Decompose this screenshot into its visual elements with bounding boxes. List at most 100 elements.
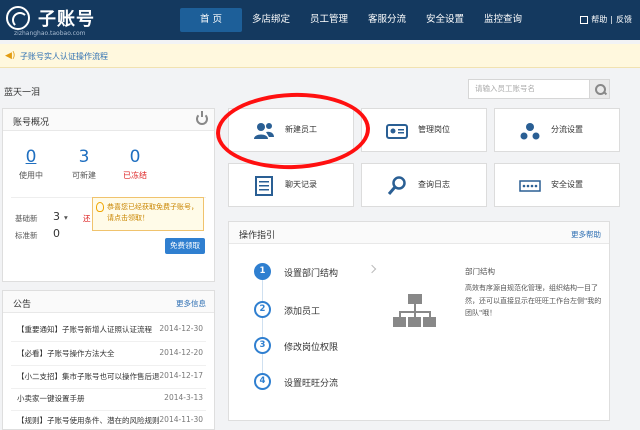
stat-frozen: 0 已冻结 — [115, 147, 155, 181]
power-icon[interactable] — [196, 111, 208, 125]
account-overview-title: 账号概况 — [13, 118, 50, 128]
step-1-label[interactable]: 设置部门结构 — [284, 266, 338, 279]
basic-value: 3 — [53, 210, 60, 223]
standard-value: 0 — [53, 227, 60, 240]
row-divider — [11, 388, 206, 389]
announcement-title[interactable]: 【规则】子账号使用条件、潜在的风险规则 — [17, 415, 162, 426]
username: 蓝天一泪 — [4, 88, 41, 98]
search-icon[interactable] — [590, 79, 610, 99]
basic-dropdown-icon[interactable]: ▾ — [64, 213, 68, 222]
tile-dispatch-settings[interactable]: 分流设置 — [494, 108, 620, 152]
claim-free-button[interactable]: 免费领取 — [165, 238, 205, 254]
lightbulb-icon — [96, 202, 104, 212]
nav-monitor-query[interactable]: 监控查询 — [474, 8, 532, 32]
stat-can-create-value: 3 — [78, 147, 90, 167]
tooltip-text: 恭喜您已经获取免费子账号，请点击领取！ — [107, 203, 198, 222]
stat-can-create-label: 可新建 — [72, 171, 96, 180]
chevron-right-icon — [367, 264, 377, 274]
more-info-link[interactable]: 更多信息 — [176, 298, 206, 309]
logo-subtitle: zizhanghao.taobao.com — [14, 30, 86, 37]
nav-home[interactable]: 首 页 — [180, 8, 242, 32]
step-2-label[interactable]: 添加员工 — [284, 304, 320, 317]
dispatch-icon — [520, 123, 540, 140]
announcement-title[interactable]: 【必看】子账号操作方法大全 — [17, 348, 162, 359]
announcement-date: 2014-3-13 — [164, 393, 203, 402]
standard-label: 标准新 — [15, 231, 38, 240]
announcement-date: 2014-12-20 — [159, 348, 203, 357]
step-3-circle[interactable]: 3 — [254, 337, 271, 354]
operation-guide-panel: 操作指引 更多帮助 1 设置部门结构 2 添加员工 3 修改岗位权限 4 设置旺… — [228, 221, 610, 421]
password-icon — [519, 180, 541, 192]
id-card-icon — [386, 124, 408, 139]
nav-security-settings[interactable]: 安全设置 — [416, 8, 474, 32]
announcement-title[interactable]: 【重要通知】子账号新增人证照认证流程 — [17, 324, 162, 335]
operation-guide-header: 操作指引 更多帮助 — [229, 222, 609, 244]
tile-security-settings-label: 安全设置 — [551, 180, 583, 189]
basic-label: 基础新 — [15, 214, 38, 223]
header-links: 帮助 | 反馈 — [580, 14, 632, 25]
detail-title: 部门结构 — [465, 267, 495, 276]
logo-icon — [6, 6, 30, 30]
top-header: 子账号 zizhanghao.taobao.com 首 页 多店绑定 员工管理 … — [0, 0, 640, 40]
step-2-circle[interactable]: 2 — [254, 301, 271, 318]
stat-in-use-value[interactable]: 0 — [11, 147, 51, 167]
tile-chat-records[interactable]: 聊天记录 — [228, 163, 354, 207]
step-3-label[interactable]: 修改岗位权限 — [284, 340, 338, 353]
tile-query-logs[interactable]: 查询日志 — [361, 163, 487, 207]
step-4-circle[interactable]: 4 — [254, 373, 271, 390]
announcement-item[interactable]: 【小二支招】集市子账号也可以操作售后退 2014-12-17 — [17, 371, 203, 383]
step-1-circle[interactable]: 1 — [254, 263, 271, 280]
feedback-link[interactable]: 反馈 — [616, 14, 632, 25]
stat-in-use[interactable]: 0 使用中 — [11, 147, 51, 181]
detail-text: 高效有序源自规范化管理，组织结构一目了然，还可以直接显示在旺旺工作台左侧"我的团… — [465, 284, 602, 317]
tile-security-settings[interactable]: 安全设置 — [494, 163, 620, 207]
speaker-icon: ◀) — [5, 51, 16, 61]
main-nav: 首 页 多店绑定 员工管理 客服分流 安全设置 监控查询 — [180, 8, 532, 32]
announcement-item[interactable]: 【规则】子账号使用条件、潜在的风险规则 2014-11-30 — [17, 415, 203, 427]
nav-customer-dispatch[interactable]: 客服分流 — [358, 8, 416, 32]
announcement-date: 2014-12-17 — [159, 371, 203, 380]
notice-bar: ◀) 子账号实人认证操作流程 — [0, 44, 640, 68]
row-divider — [11, 410, 206, 411]
account-overview-panel: 账号概况 0 使用中 3 可新建 0 已冻结 基础新 3 ▾ 还 标准新 0 — [2, 108, 215, 282]
announcements-title: 公告 — [13, 300, 32, 310]
staff-search-input[interactable]: 请输入员工账号名 — [468, 79, 590, 99]
logo[interactable]: 子账号 zizhanghao.taobao.com — [6, 4, 176, 37]
row-divider — [11, 341, 206, 342]
external-link-icon — [580, 15, 589, 24]
steps-connector — [262, 274, 263, 382]
document-icon — [255, 176, 273, 196]
row-divider — [11, 365, 206, 366]
stat-can-create: 3 可新建 — [64, 147, 104, 181]
announcement-item[interactable]: 【重要通知】子账号新增人证照认证流程 2014-12-30 — [17, 324, 203, 336]
announcement-date: 2014-11-30 — [159, 415, 203, 424]
nav-multi-store[interactable]: 多店绑定 — [242, 8, 300, 32]
announcements-header: 公告 更多信息 — [3, 291, 214, 313]
step-4-label[interactable]: 设置旺旺分流 — [284, 376, 338, 389]
account-overview-header: 账号概况 — [3, 109, 214, 131]
tile-chat-records-label: 聊天记录 — [285, 180, 317, 189]
announcement-item[interactable]: 小卖家一键设置手册 2014-3-13 — [17, 393, 203, 405]
tile-query-logs-label: 查询日志 — [418, 180, 450, 189]
stat-frozen-value: 0 — [129, 147, 141, 167]
announcement-title[interactable]: 【小二支招】集市子账号也可以操作售后退 — [17, 371, 162, 382]
stat-frozen-label: 已冻结 — [123, 171, 147, 180]
help-link[interactable]: 帮助 — [591, 14, 607, 25]
tile-dispatch-settings-label: 分流设置 — [551, 125, 583, 134]
notice-link[interactable]: 子账号实人认证操作流程 — [20, 51, 108, 62]
tile-manage-positions[interactable]: 管理岗位 — [361, 108, 487, 152]
basic-extra: 还 — [83, 214, 91, 223]
logo-title: 子账号 — [38, 9, 95, 30]
stat-in-use-label: 使用中 — [19, 171, 43, 180]
announcement-date: 2014-12-30 — [159, 324, 203, 333]
announcements-panel: 公告 更多信息 【重要通知】子账号新增人证照认证流程 2014-12-30 【必… — [2, 290, 215, 430]
announcement-title[interactable]: 小卖家一键设置手册 — [17, 393, 162, 404]
nav-staff-management[interactable]: 员工管理 — [300, 8, 358, 32]
more-help-link[interactable]: 更多帮助 — [571, 229, 601, 240]
magnifier-icon — [387, 176, 406, 195]
highlight-ellipse — [214, 90, 372, 172]
announcement-item[interactable]: 【必看】子账号操作方法大全 2014-12-20 — [17, 348, 203, 360]
tile-manage-positions-label: 管理岗位 — [418, 125, 450, 134]
free-account-tooltip: 恭喜您已经获取免费子账号，请点击领取！ — [92, 197, 204, 231]
header-separator: | — [610, 15, 613, 24]
